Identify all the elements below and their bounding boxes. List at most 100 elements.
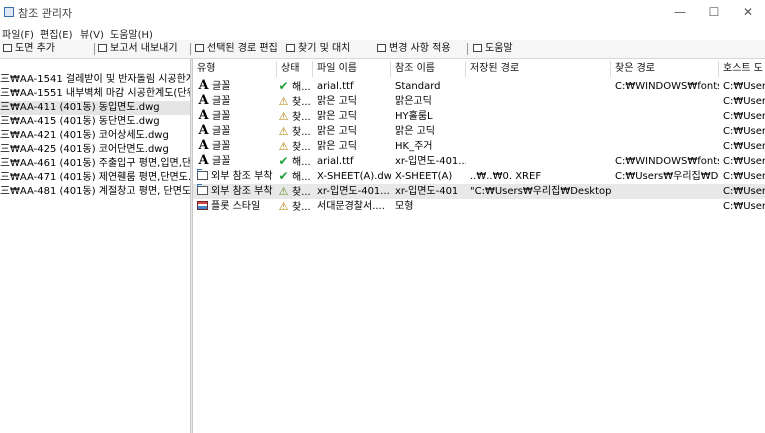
menu-edit[interactable]: 편집(E) [40,26,73,41]
font-icon: A [198,124,209,138]
host-cell: C:₩Users₩ [723,186,765,197]
ref-cell: 맑은 고딕 [395,126,435,137]
column-header-status[interactable]: 상태 [277,61,313,77]
file-cell: X-SHEET(A).dwg [317,171,391,182]
type-cell: A 글꼴 [197,154,277,169]
column-header-file-name[interactable]: 파일 이름 [313,61,391,77]
export-report-button[interactable]: 보고서 내보내기 [98,42,178,56]
status-label: 찾... [292,202,311,213]
found-path-cell: C:₩Users₩우리집₩De... [615,171,719,182]
column-header-host[interactable]: 호스트 도 [719,61,765,77]
column-header-found-path[interactable]: 찾은 경로 [611,61,719,77]
table-row[interactable]: A 글꼴 ✔ 해... arial.ttf Standard C:₩WINDOWS₩… [193,79,765,94]
window-title: 참조 관리자 [18,7,73,20]
tree-item-label: 三₩AA-411 (401동) 동입면도.dwg [0,102,160,113]
font-icon: A [198,109,209,123]
status-cell: ✔ 해... [277,79,313,94]
ref-cell: 모형 [395,201,414,212]
tree-item[interactable]: 三₩AA-461 (401동) 주출입구 평면,입면,단면도 [0,157,190,171]
apply-changes-button[interactable]: 변경 사항 적용 [377,42,451,56]
file-cell: xr-입면도-401... [317,186,390,197]
table-row[interactable]: A글꼴 ⚠찾... 맑은 고딕 맑은 고딕 C:₩Users₩ [193,124,765,139]
tree-item[interactable]: 三₩AA-415 (401동) 동단면도.dwg [0,115,160,129]
tree-item[interactable]: 三₩AA-425 (401동) 코어단면도.dwg [0,143,169,157]
menu-help[interactable]: 도움말(H) [110,26,153,41]
add-drawing-button[interactable]: 도면 추가 [3,42,55,56]
tree-item[interactable]: 三₩AA-421 (401동) 코어상세도.dwg [0,129,169,143]
tree-item-selected[interactable]: 三₩AA-411 (401동) 동입면도.dwg [0,101,190,115]
saved-path-cell [470,124,611,139]
table-row[interactable]: A글꼴 ⚠찾... 맑은 고딕 맑은고딕 C:₩Users₩ [193,94,765,109]
status-label: 해... [292,82,311,93]
table-row[interactable]: A 글꼴 ✔ 해... arial.ttf xr-입면도-401... C:₩WIN… [193,154,765,169]
find-replace-label: 찾기 및 대치 [298,43,351,54]
find-replace-button[interactable]: 찾기 및 대치 [286,42,350,56]
ref-cell: xr-입면도-401 [395,186,459,197]
column-header-type[interactable]: 유형 [193,61,277,77]
host-cell: C:₩Users₩ [723,81,765,92]
tree-item[interactable]: 三₩AA-1551 내부벽체 마감 시공한계도(단위세대) [0,87,190,101]
font-icon: A [198,154,209,168]
toolbar-separator [190,43,191,55]
found-path-cell [615,94,719,109]
tree-item-label: 三₩AA-421 (401동) 코어상세도.dwg [0,130,169,141]
ref-cell: X-SHEET(A) [395,171,453,182]
tree-item[interactable]: 三₩AA-471 (401동) 제연휀룸 평면,단면도.dwg [0,171,190,185]
table-row[interactable]: A글꼴 ⚠찾... 맑은 고딕 HY홀룸L C:₩Users₩ [193,109,765,124]
type-cell: A 글꼴 [197,139,277,154]
font-icon: A [198,79,209,93]
toolbar-separator [467,43,468,55]
tree-item[interactable]: 三₩AA-1541 걸레받이 및 반자돌림 시공한계도 [0,73,190,87]
table-row-selected[interactable]: 외부 참조 부착 ⚠ 찾... xr-입면도-401... xr-입면도-401 … [193,184,765,199]
xref-icon [197,169,208,180]
reference-list[interactable]: 유형 상태 파일 이름 참조 이름 저장된 경로 찾은 경로 호스트 도 A 글꼴… [193,59,765,433]
table-row[interactable]: 외부 참조 부착 ✔ 해... X-SHEET(A).dwg X-SHEET(A)… [193,169,765,184]
binoculars-icon [286,44,295,52]
tree-item-label: 三₩AA-471 (401동) 제연휀룸 평면,단면도.dwg [0,172,190,183]
ref-cell: HK_주거 [395,141,433,152]
export-report-icon [98,44,107,52]
table-row[interactable]: A글꼴 ⚠찾... 맑은 고딕 HK_주거 C:₩Users₩ [193,139,765,154]
app-icon [4,7,14,17]
status-cell: ⚠ 찾... [277,139,313,154]
tree-item-label: 三₩AA-461 (401동) 주출입구 평면,입면,단면도 [0,158,190,169]
apply-changes-label: 변경 사항 적용 [389,43,451,54]
add-drawing-label: 도면 추가 [15,43,55,54]
menu-bar: 파일(F) 편집(E) 뷰(V) 도움말(H) [0,24,765,41]
saved-path-cell [470,94,611,109]
edit-path-button[interactable]: 선택된 경로 편집 [195,42,278,56]
type-label: 글꼴 [212,156,231,167]
tree-item-label: 三₩AA-481 (401동) 계절창고 평면, 단면도.dwg [0,186,190,197]
maximize-button[interactable]: ☐ [697,0,731,24]
menu-view[interactable]: 뷰(V) [80,26,104,41]
edit-path-icon [195,44,204,52]
add-drawing-icon [3,44,12,52]
saved-path-cell [470,139,611,154]
warning-icon: ⚠ [278,185,289,198]
host-cell: C:₩Users₩ [723,156,765,167]
help-button[interactable]: 도움말 [473,42,513,56]
status-label: 해... [292,172,311,183]
save-icon [377,44,386,52]
type-cell: 플롯 스타일 [197,199,277,214]
type-cell: A 글꼴 [197,109,277,124]
table-row[interactable]: 플롯 스타일 ⚠찾... 서대문경찰서.... 모형 C:₩Users₩ [193,199,765,214]
ref-cell: 맑은고딕 [395,96,432,107]
file-cell: arial.ttf [317,156,354,167]
file-cell: 맑은 고딕 [317,111,357,122]
drawing-tree[interactable]: 三₩AA-1541 걸레받이 및 반자돌림 시공한계도 三₩AA-1551 내부… [0,59,190,433]
minimize-button[interactable]: — [663,0,697,24]
column-header-ref-name[interactable]: 참조 이름 [391,61,466,77]
menu-file[interactable]: 파일(F) [2,26,34,41]
tree-item[interactable]: 三₩AA-481 (401동) 계절창고 평면, 단면도.dwg [0,185,190,199]
found-path-cell [615,184,719,199]
tree-item-label: 三₩AA-425 (401동) 코어단면도.dwg [0,144,169,155]
help-icon [473,44,482,52]
type-cell: A 글꼴 [197,94,277,109]
close-button[interactable]: ✕ [731,0,765,24]
status-label: 찾... [292,187,311,198]
found-path-cell [615,199,719,214]
file-cell: 맑은 고딕 [317,96,357,107]
column-header-saved-path[interactable]: 저장된 경로 [466,61,611,77]
host-cell: C:₩Users₩ [723,111,765,122]
